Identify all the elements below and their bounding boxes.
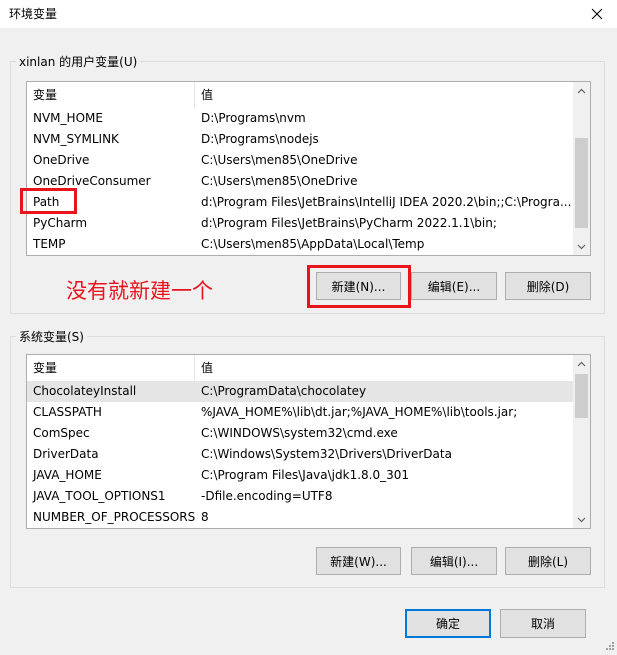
variable-name: ChocolateyInstall: [33, 384, 137, 398]
variable-name: OneDriveConsumer: [33, 174, 151, 188]
column-header-variable[interactable]: 变量: [27, 355, 195, 381]
variable-value: D:\Programs\nvm: [201, 111, 306, 125]
close-button[interactable]: [577, 0, 617, 28]
user-row-onedriveconsumer[interactable]: OneDriveConsumer C:\Users\men85\OneDrive: [27, 171, 573, 192]
system-variables-list[interactable]: 变量 值 ChocolateyInstall C:\ProgramData\ch…: [26, 354, 591, 529]
ok-button[interactable]: 确定: [405, 609, 491, 638]
variable-name: PyCharm: [33, 216, 88, 230]
variable-value: d:\Program Files\JetBrains\PyCharm 2022.…: [201, 216, 497, 230]
variable-value: D:\Programs\nodejs: [201, 132, 319, 146]
variable-value: C:\Windows\System32\Drivers\DriverData: [201, 447, 452, 461]
scroll-up-button[interactable]: [573, 82, 590, 99]
system-delete-button[interactable]: 删除(L): [505, 547, 591, 575]
user-variables-label: xinlan 的用户变量(U): [16, 53, 141, 70]
window-title: 环境变量: [9, 7, 58, 21]
variable-value: d:\Program Files\JetBrains\IntelliJ IDEA…: [201, 195, 572, 209]
variable-value: %JAVA_HOME%\lib\dt.jar;%JAVA_HOME%\lib\t…: [201, 405, 518, 419]
variable-name: DriverData: [33, 447, 99, 461]
annotation-text: 没有就新建一个: [66, 279, 213, 303]
system-list-scrollbar[interactable]: [573, 355, 590, 528]
system-row-classpath[interactable]: CLASSPATH %JAVA_HOME%\lib\dt.jar;%JAVA_H…: [27, 402, 573, 423]
user-row-onedrive[interactable]: OneDrive C:\Users\men85\OneDrive: [27, 150, 573, 171]
scroll-down-button[interactable]: [573, 511, 590, 528]
title-bar[interactable]: 环境变量: [0, 0, 617, 28]
variable-value: C:\Users\men85\AppData\Local\Temp: [201, 237, 425, 251]
chevron-down-icon: [577, 517, 586, 522]
resize-grip-icon[interactable]: [603, 641, 615, 653]
variable-value: 8: [201, 510, 209, 524]
column-header-variable[interactable]: 变量: [27, 82, 195, 108]
variable-name: ComSpec: [33, 426, 90, 440]
variable-name: NVM_HOME: [33, 111, 103, 125]
system-row-driverdata[interactable]: DriverData C:\Windows\System32\Drivers\D…: [27, 444, 573, 465]
user-row-pycharm[interactable]: PyCharm d:\Program Files\JetBrains\PyCha…: [27, 213, 573, 234]
column-header-value[interactable]: 值: [195, 355, 573, 381]
variable-value: C:\Users\men85\OneDrive: [201, 153, 358, 167]
variable-name: OneDrive: [33, 153, 90, 167]
user-row-temp[interactable]: TEMP C:\Users\men85\AppData\Local\Temp: [27, 234, 573, 255]
variable-value: C:\Users\men85\OneDrive: [201, 174, 358, 188]
user-row-nvm-symlink[interactable]: NVM_SYMLINK D:\Programs\nodejs: [27, 129, 573, 150]
user-delete-button[interactable]: 删除(D): [505, 272, 591, 300]
variable-name: JAVA_HOME: [33, 468, 102, 482]
column-header-value[interactable]: 值: [195, 82, 573, 108]
system-edit-button[interactable]: 编辑(I)...: [411, 547, 497, 575]
cancel-button[interactable]: 取消: [500, 609, 586, 638]
variable-name: NVM_SYMLINK: [33, 132, 119, 146]
user-list-scrollbar[interactable]: [573, 82, 590, 255]
chevron-up-icon: [577, 361, 586, 366]
system-row-java-home[interactable]: JAVA_HOME C:\Program Files\Java\jdk1.8.0…: [27, 465, 573, 486]
variable-name: Path: [33, 195, 60, 209]
variable-value: -Dfile.encoding=UTF8: [201, 489, 333, 503]
user-row-path[interactable]: Path d:\Program Files\JetBrains\IntelliJ…: [27, 192, 573, 213]
system-variables-label: 系统变量(S): [16, 328, 87, 345]
user-list-header: 变量 值: [27, 82, 573, 108]
variable-name: NUMBER_OF_PROCESSORS: [33, 510, 195, 524]
close-icon: [591, 8, 603, 20]
chevron-up-icon: [577, 88, 586, 93]
system-row-chocolateyinstall[interactable]: ChocolateyInstall C:\ProgramData\chocola…: [27, 381, 573, 402]
scroll-thumb[interactable]: [575, 374, 588, 418]
user-new-button[interactable]: 新建(N)...: [316, 272, 401, 300]
system-list-header: 变量 值: [27, 355, 573, 381]
env-variables-dialog: 环境变量 xinlan 的用户变量(U) 变量 值 NVM_HOME D:\Pr…: [0, 0, 617, 655]
variable-value: C:\WINDOWS\system32\cmd.exe: [201, 426, 398, 440]
variable-value: C:\Program Files\Java\jdk1.8.0_301: [201, 468, 410, 482]
user-variables-list[interactable]: 变量 值 NVM_HOME D:\Programs\nvm NVM_SYMLIN…: [26, 81, 591, 256]
scroll-up-button[interactable]: [573, 355, 590, 372]
system-row-comspec[interactable]: ComSpec C:\WINDOWS\system32\cmd.exe: [27, 423, 573, 444]
user-row-nvm-home[interactable]: NVM_HOME D:\Programs\nvm: [27, 108, 573, 129]
scroll-thumb[interactable]: [575, 138, 588, 228]
variable-name: JAVA_TOOL_OPTIONS1: [33, 489, 166, 503]
system-new-button[interactable]: 新建(W)...: [316, 547, 401, 575]
variable-value: C:\ProgramData\chocolatey: [201, 384, 367, 398]
scroll-down-button[interactable]: [573, 238, 590, 255]
user-edit-button[interactable]: 编辑(E)...: [411, 272, 497, 300]
system-row-java-tool-options1[interactable]: JAVA_TOOL_OPTIONS1 -Dfile.encoding=UTF8: [27, 486, 573, 507]
chevron-down-icon: [577, 244, 586, 249]
variable-name: CLASSPATH: [33, 405, 102, 419]
variable-name: TEMP: [33, 237, 66, 251]
system-row-number-of-processors[interactable]: NUMBER_OF_PROCESSORS 8: [27, 507, 573, 528]
